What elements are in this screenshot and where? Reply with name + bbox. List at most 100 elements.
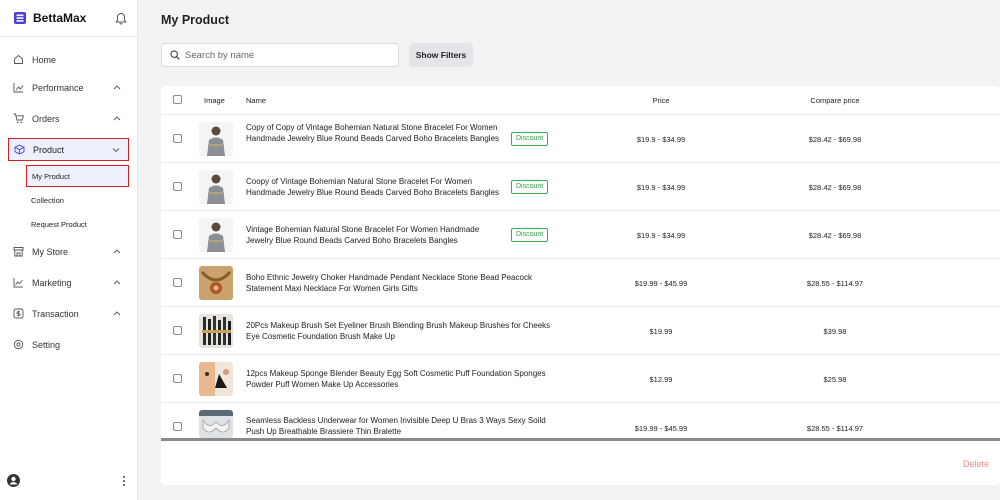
search-icon: [170, 50, 180, 60]
product-price: $12.99: [649, 375, 673, 384]
table-row[interactable]: Vintage Bohemian Natural Stone Bracelet …: [161, 211, 1000, 259]
product-compare-price: $28.42 - $69.98: [808, 135, 862, 144]
brand-name: BettaMax: [33, 11, 87, 25]
chart-icon: [13, 83, 24, 93]
product-compare-price: $28.55 - $114.97: [806, 279, 864, 288]
product-compare-price: $28.42 - $69.98: [808, 231, 862, 240]
row-checkbox[interactable]: [173, 278, 182, 287]
product-name[interactable]: Coopy of Vintage Bohemian Natural Stone …: [246, 176, 508, 199]
header-name: Name: [246, 96, 267, 105]
search-input[interactable]: [185, 49, 385, 61]
more-vertical-icon[interactable]: [121, 475, 127, 487]
row-checkbox[interactable]: [173, 374, 182, 383]
product-thumbnail[interactable]: [199, 218, 233, 252]
product-thumbnail[interactable]: [199, 170, 233, 204]
product-thumbnail[interactable]: [199, 410, 233, 439]
avatar-icon[interactable]: [7, 474, 20, 487]
product-price: $19.9 - $34.99: [636, 135, 686, 144]
header-image: Image: [204, 96, 225, 105]
product-thumbnail[interactable]: [199, 314, 233, 348]
product-thumbnail[interactable]: [199, 122, 233, 156]
sidebar-item-my-store[interactable]: My Store: [8, 240, 129, 263]
sidebar-item-performance[interactable]: Performance: [8, 76, 129, 99]
chevron-up-icon: [113, 280, 121, 285]
product-name[interactable]: 20Pcs Makeup Brush Set Eyeliner Brush Bl…: [246, 320, 561, 343]
row-checkbox[interactable]: [173, 182, 182, 191]
sidebar: BettaMax Home Performance Orders Product…: [0, 0, 138, 500]
row-checkbox[interactable]: [173, 422, 182, 431]
product-name[interactable]: Seamless Backless Underwear for Women In…: [246, 415, 561, 438]
product-compare-price: $28.42 - $69.98: [808, 183, 862, 192]
product-name[interactable]: Vintage Bohemian Natural Stone Bracelet …: [246, 224, 508, 247]
chevron-up-icon: [113, 116, 121, 121]
sidebar-subitem-request-product[interactable]: Request Product: [26, 213, 129, 235]
store-icon: [13, 247, 24, 257]
table-header: Image Name Price Compare price: [161, 86, 1000, 115]
product-table-card: Image Name Price Compare price Copy of C…: [161, 86, 1000, 485]
chevron-up-icon: [113, 249, 121, 254]
header-compare-price: Compare price: [810, 96, 860, 105]
box-icon: [14, 144, 25, 155]
sidebar-item-orders[interactable]: Orders: [8, 107, 129, 130]
product-price: $19.9 - $34.99: [636, 231, 686, 240]
horizontal-scrollbar[interactable]: [161, 438, 1000, 441]
sidebar-item-setting[interactable]: Setting: [8, 333, 129, 356]
sidebar-item-marketing[interactable]: Marketing: [8, 271, 129, 294]
product-thumbnail[interactable]: [199, 362, 233, 396]
sidebar-item-label: My Store: [32, 246, 69, 257]
sidebar-item-label: Transaction: [32, 308, 79, 319]
product-price: $19.99 - $45.99: [634, 424, 688, 433]
table-row[interactable]: 20Pcs Makeup Brush Set Eyeliner Brush Bl…: [161, 307, 1000, 355]
home-icon: [14, 54, 23, 64]
product-price: $19.9 - $34.99: [636, 183, 686, 192]
product-compare-price: $25.98: [823, 375, 847, 384]
sidebar-item-transaction[interactable]: Transaction: [8, 302, 129, 325]
chevron-down-icon: [112, 148, 120, 153]
product-price: $19.99: [649, 327, 673, 336]
sidebar-subitem-collection[interactable]: Collection: [26, 189, 129, 211]
cart-icon: [13, 113, 24, 124]
table-row[interactable]: 12pcs Makeup Sponge Blender Beauty Egg S…: [161, 355, 1000, 403]
sidebar-item-home[interactable]: Home: [8, 48, 129, 71]
table-row[interactable]: Copy of Copy of Vintage Bohemian Natural…: [161, 115, 1000, 163]
bell-icon[interactable]: [115, 12, 127, 25]
gear-icon: [13, 339, 24, 350]
product-name[interactable]: 12pcs Makeup Sponge Blender Beauty Egg S…: [246, 368, 561, 391]
table-row[interactable]: Coopy of Vintage Bohemian Natural Stone …: [161, 163, 1000, 211]
product-price: $19.99 - $45.99: [634, 279, 688, 288]
row-checkbox[interactable]: [173, 134, 182, 143]
sidebar-item-label: Performance: [32, 82, 84, 93]
dollar-icon: [13, 308, 24, 319]
sidebar-item-label: Home: [32, 54, 57, 65]
delete-button[interactable]: Delete: [963, 459, 989, 469]
discount-badge: Discount: [511, 228, 549, 242]
product-thumbnail[interactable]: [199, 266, 233, 300]
show-filters-button[interactable]: Show Filters: [409, 43, 473, 67]
header-price: Price: [652, 96, 670, 105]
sidebar-item-label: Product: [33, 144, 65, 155]
product-name[interactable]: Copy of Copy of Vintage Bohemian Natural…: [246, 122, 508, 145]
row-checkbox[interactable]: [173, 326, 182, 335]
page-title: My Product: [161, 13, 230, 27]
sidebar-item-product[interactable]: Product: [8, 138, 129, 161]
sidebar-item-label: Orders: [32, 113, 60, 124]
chevron-up-icon: [113, 311, 121, 316]
select-all-checkbox[interactable]: [173, 95, 182, 104]
product-name[interactable]: Boho Ethnic Jewelry Choker Handmade Pend…: [246, 272, 561, 295]
megaphone-icon: [13, 278, 23, 288]
table-row[interactable]: Seamless Backless Underwear for Women In…: [161, 403, 1000, 439]
chevron-up-icon: [113, 85, 121, 90]
sidebar-item-label: Marketing: [32, 277, 72, 288]
discount-badge: Discount: [511, 180, 549, 194]
product-compare-price: $28.55 - $114.97: [806, 424, 864, 433]
product-compare-price: $39.98: [823, 327, 847, 336]
search-box[interactable]: [161, 43, 399, 67]
table-row[interactable]: Boho Ethnic Jewelry Choker Handmade Pend…: [161, 259, 1000, 307]
brand[interactable]: BettaMax: [13, 11, 86, 25]
brand-logo-icon: [14, 12, 26, 24]
sidebar-item-label: Setting: [32, 339, 61, 350]
sidebar-subitem-my-product[interactable]: My Product: [26, 165, 129, 187]
row-checkbox[interactable]: [173, 230, 182, 239]
discount-badge: Discount: [511, 132, 549, 146]
sidebar-divider: [0, 36, 138, 37]
